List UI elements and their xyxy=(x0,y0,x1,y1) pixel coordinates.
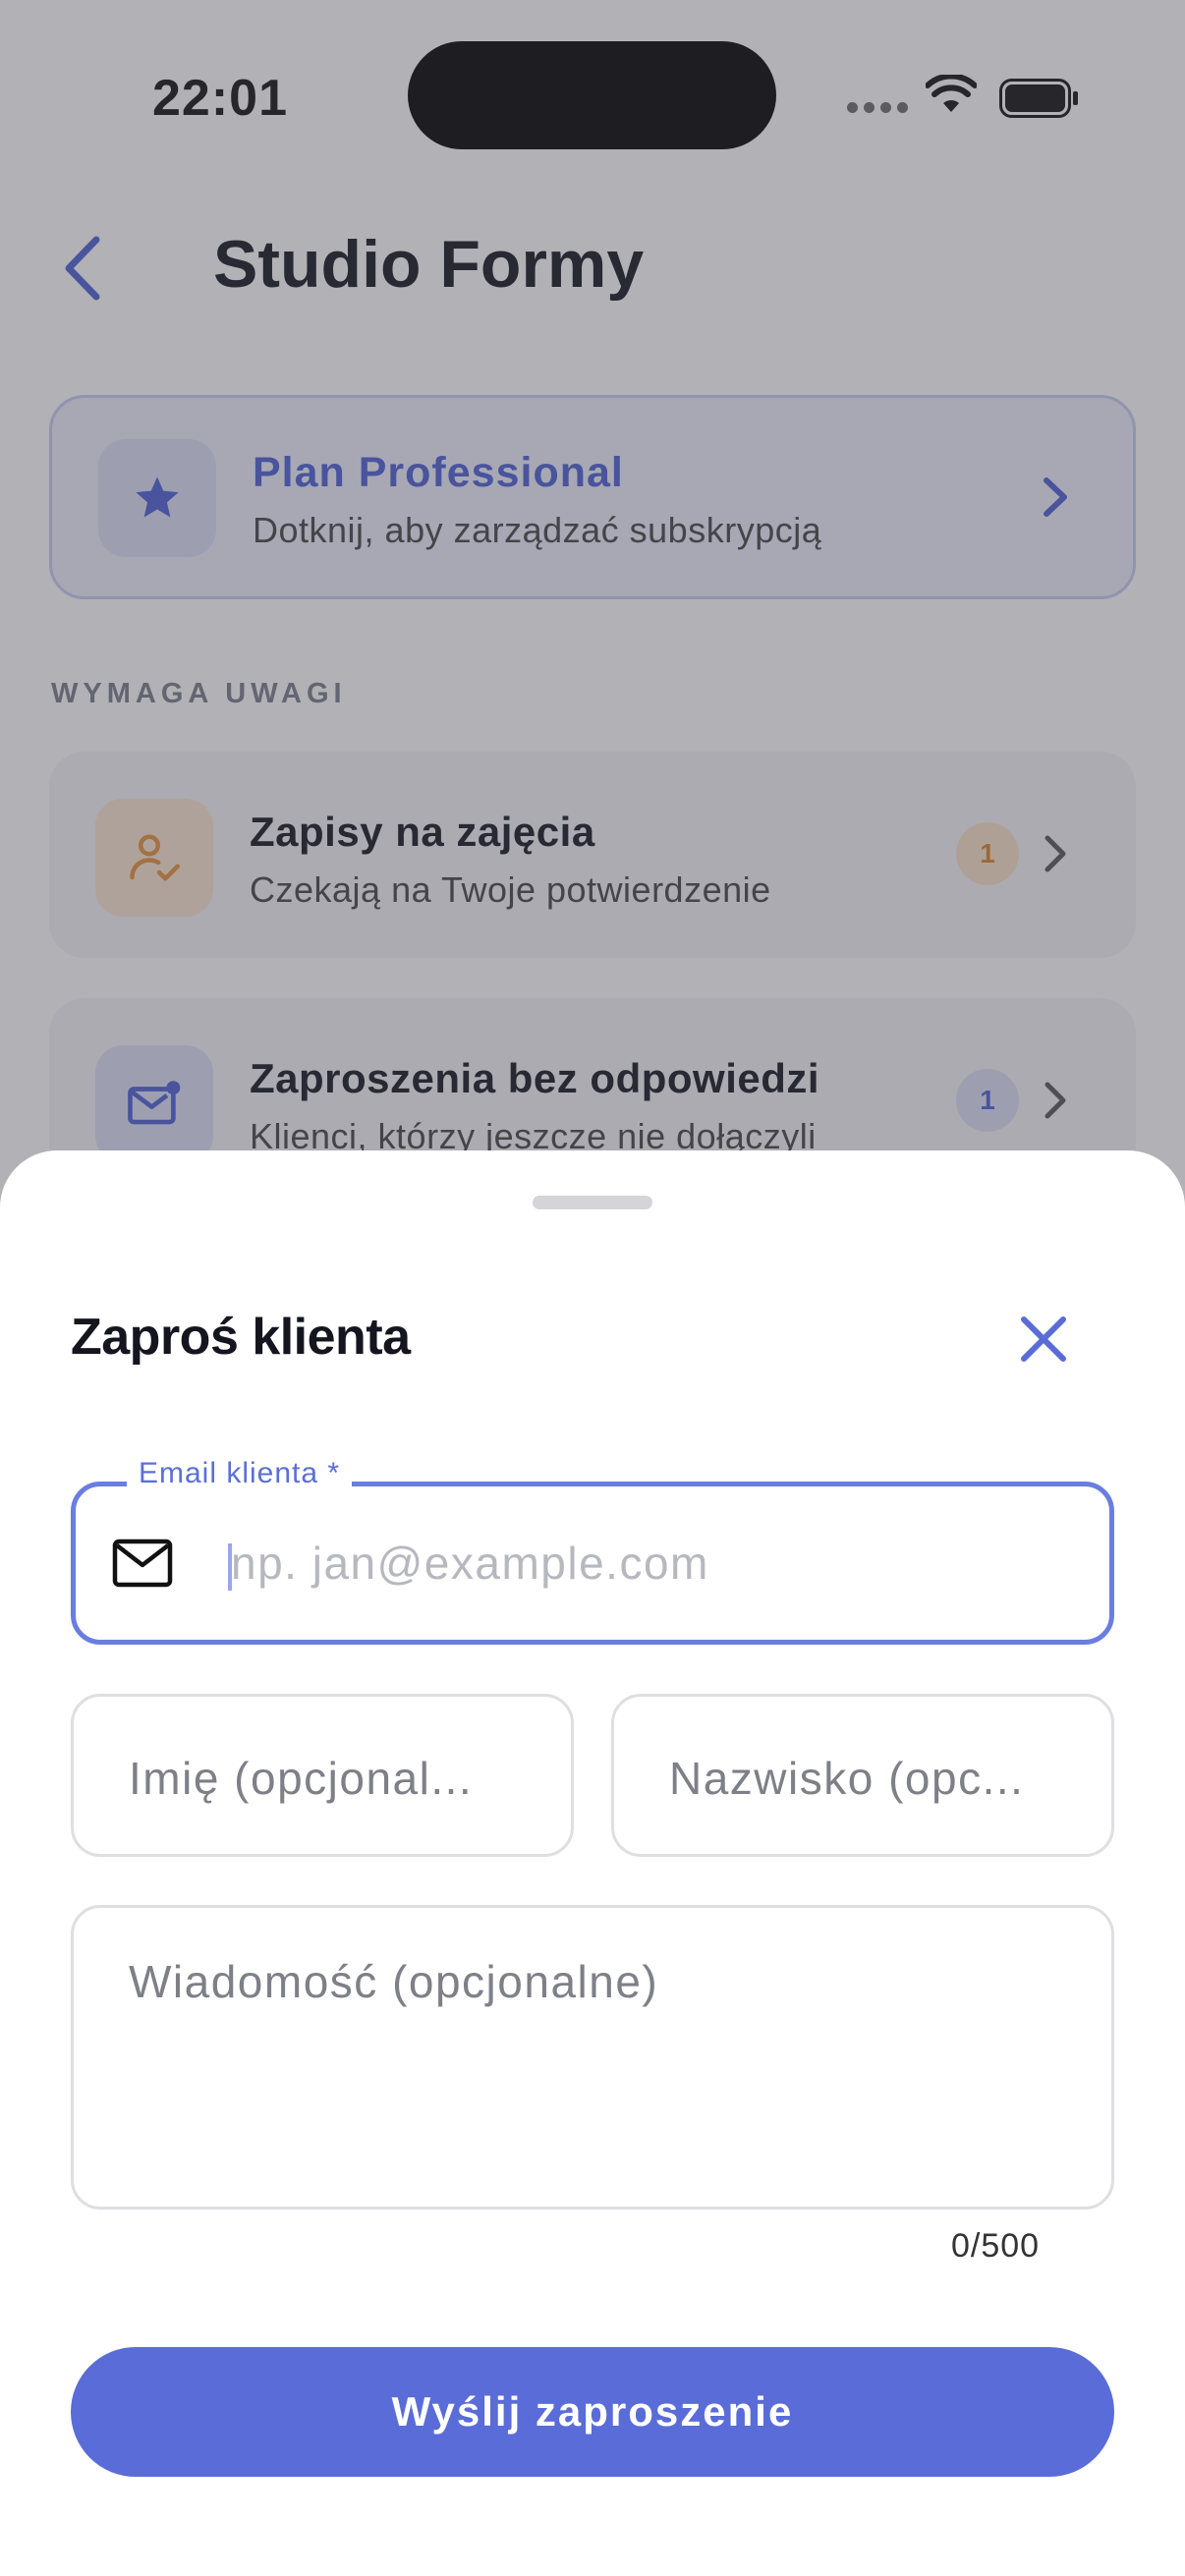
send-invite-button[interactable]: Wyślij zaproszenie xyxy=(71,2347,1114,2477)
email-field: Email klienta * xyxy=(71,1457,1114,1645)
email-field-label: Email klienta * xyxy=(127,1457,353,1490)
message-char-counter: 0/500 xyxy=(951,2227,1041,2265)
sheet-drag-handle[interactable] xyxy=(533,1196,652,1209)
first-name-field xyxy=(71,1694,574,1857)
sheet-title: Zaproś klienta xyxy=(71,1309,411,1366)
close-icon[interactable] xyxy=(1016,1312,1071,1367)
message-input[interactable] xyxy=(129,1955,1062,2171)
email-input[interactable] xyxy=(223,1524,1078,1602)
invite-client-sheet: Zaproś klienta Email klienta * 0/500 Wyś… xyxy=(0,1150,1185,2576)
mail-icon xyxy=(112,1539,173,1588)
last-name-field xyxy=(611,1694,1114,1857)
message-field xyxy=(71,1905,1114,2210)
last-name-input[interactable] xyxy=(669,1744,1062,1813)
first-name-input[interactable] xyxy=(129,1744,522,1813)
